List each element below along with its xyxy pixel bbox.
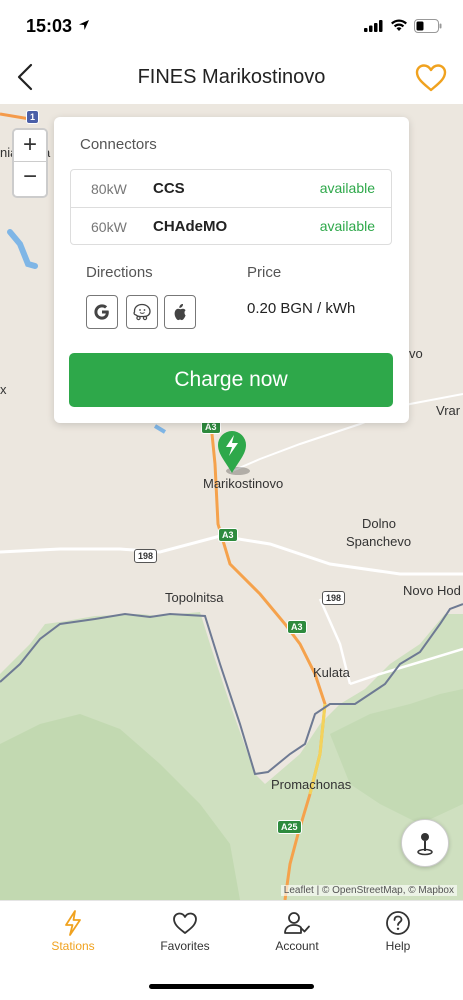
tab-account[interactable]: Account <box>252 909 342 957</box>
connector-type: CHAdeMO <box>153 218 228 235</box>
station-info-card: Connectors 80kW CCS available 60kW CHAde… <box>54 117 409 423</box>
road-badge: 198 <box>322 591 346 605</box>
map-label: x <box>0 382 7 397</box>
map-pin-icon <box>417 833 433 856</box>
heart-icon <box>173 912 197 934</box>
battery-icon <box>414 19 442 33</box>
tab-label: Account <box>275 939 319 953</box>
google-maps-button[interactable] <box>86 295 118 329</box>
station-marker-icon[interactable] <box>216 429 256 477</box>
road-badge: A3 <box>218 528 238 542</box>
location-arrow-icon <box>79 20 89 30</box>
waze-button[interactable] <box>126 295 158 329</box>
price-heading: Price <box>247 264 282 281</box>
zoom-out-button[interactable]: − <box>14 162 46 194</box>
connectors-table: 80kW CCS available 60kW CHAdeMO availabl… <box>70 169 392 245</box>
favorite-button[interactable] <box>414 62 448 94</box>
tab-help[interactable]: Help <box>353 909 443 957</box>
heart-outline-icon <box>415 64 447 92</box>
connectors-heading: Connectors <box>80 136 157 153</box>
map-label-spanchevo: Spanchevo <box>346 534 412 549</box>
charge-now-button[interactable]: Charge now <box>69 353 393 407</box>
road-badge: 198 <box>134 549 158 563</box>
road-badge: A3 <box>287 620 307 634</box>
map-attribution[interactable]: Leaflet | © OpenStreetMap, © Mapbox <box>280 885 457 896</box>
map-label-promachonas: Promachonas <box>271 777 352 792</box>
apple-maps-button[interactable] <box>164 295 196 329</box>
road-badge: A25 <box>277 820 302 834</box>
map-label-dolno: Dolno <box>362 516 396 531</box>
connector-row[interactable]: 60kW CHAdeMO available <box>71 208 391 246</box>
status-bar: 15:03 <box>0 0 463 52</box>
tab-stations[interactable]: Stations <box>28 909 118 957</box>
tab-label: Favorites <box>160 939 210 953</box>
apple-maps-icon <box>174 304 186 321</box>
tab-label: Stations <box>51 939 95 953</box>
locate-me-button[interactable] <box>401 819 449 867</box>
road-badge: 1 <box>26 110 40 124</box>
tab-favorites[interactable]: Favorites <box>140 909 230 957</box>
connector-status: available <box>319 180 375 196</box>
wifi-icon <box>391 19 407 31</box>
connector-power: 80kW <box>91 181 127 197</box>
waze-icon <box>133 303 151 321</box>
cellular-signal-icon <box>364 20 383 32</box>
account-icon <box>284 912 310 934</box>
connector-row[interactable]: 80kW CCS available <box>71 170 391 208</box>
connector-status: available <box>319 218 375 234</box>
map-label-novo-hod: Novo Hod <box>403 583 461 598</box>
help-icon <box>386 911 410 935</box>
tab-label: Help <box>385 939 411 953</box>
connector-type: CCS <box>153 180 185 197</box>
map-label-topolnitsa: Topolnitsa <box>165 590 224 605</box>
google-maps-icon <box>94 304 109 320</box>
map-label-marikostinovo: Marikostinovo <box>203 476 284 491</box>
directions-heading: Directions <box>86 264 153 281</box>
map-label: Vrar <box>436 403 461 418</box>
zoom-control: + − <box>12 128 48 198</box>
page-title: FINES Marikostinovo <box>137 66 326 88</box>
map-label-kulata: Kulata <box>313 665 350 680</box>
price-value: 0.20 BGN / kWh <box>247 300 356 317</box>
lightning-icon <box>65 910 81 936</box>
home-indicator[interactable] <box>149 984 314 989</box>
zoom-in-button[interactable]: + <box>14 130 46 162</box>
connector-power: 60kW <box>91 219 127 235</box>
status-time: 15:03 <box>26 16 73 36</box>
map-label: vo <box>409 346 423 361</box>
nav-bar: FINES Marikostinovo <box>0 52 463 104</box>
